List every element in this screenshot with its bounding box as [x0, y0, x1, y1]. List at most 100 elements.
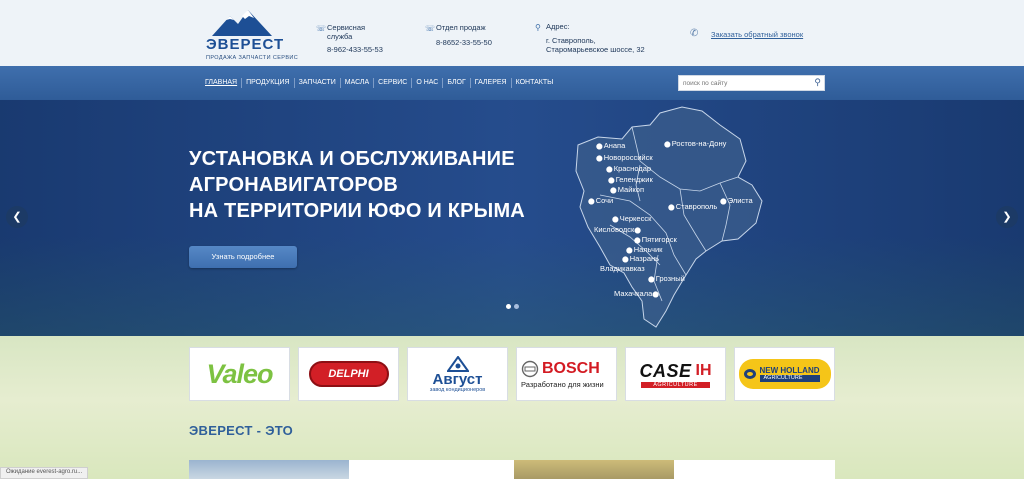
mountain-logo-icon [212, 10, 272, 36]
slider-dot-2[interactable] [514, 304, 519, 309]
nav-item-oils[interactable]: МАСЛА [339, 78, 373, 88]
map-city: Владикавказ [600, 264, 645, 273]
slider-dot-1[interactable] [506, 304, 511, 309]
map-city: ⬤Краснодар [606, 164, 652, 173]
location-pin-icon: ⚲ [535, 23, 541, 32]
valeo-logo: Valeo [206, 358, 273, 389]
header: ЭВЕРЕСТ ПРОДАЖА ЗАПЧАСТИ СЕРВИС ☏ Сервис… [0, 0, 1024, 66]
map-pin-icon: ⬤ [588, 199, 595, 205]
service-title: Сервисная служба [327, 23, 366, 41]
map-city: ⬤Грозный [648, 274, 685, 283]
bosch-slogan: Разработано для жизни [521, 379, 604, 389]
new-holland-logo-subtitle: AGRICULTURE [759, 375, 820, 382]
map-city: ⬤Сочи [588, 196, 614, 205]
service-phone[interactable]: 8-962-433-55-53 [327, 45, 387, 54]
slider-next-button[interactable]: ❯ [996, 206, 1018, 228]
callback-link[interactable]: Заказать обратный звонок [711, 30, 803, 39]
hero-title-line-3: НА ТЕРРИТОРИИ ЮФО И КРЫМА [189, 200, 525, 222]
map-pin-icon: ⬤ [720, 199, 727, 205]
brand-avgust[interactable]: Август завод кондиционеров [407, 347, 508, 401]
map-city: ⬤Анапа [596, 141, 626, 150]
new-holland-logo-text: NEW HOLLAND [759, 366, 820, 375]
address-line-2: Старомарьевское шоссе, 32 [546, 45, 645, 54]
feature-card[interactable] [674, 460, 835, 479]
new-holland-leaf-icon [743, 369, 756, 379]
brand-valeo[interactable]: Valeo [189, 347, 290, 401]
map-pin-icon: ⬤ [668, 205, 675, 211]
map-pin-icon: ⬤ [596, 156, 603, 162]
service-contact: ☏ Сервисная служба 8-962-433-55-53 [316, 23, 387, 54]
map-pin-icon: ⬤ [606, 167, 613, 173]
map-city: ⬤Назрань [622, 254, 660, 263]
phone-icon: ☏ [425, 24, 436, 33]
address-title: Адрес: [546, 22, 570, 31]
map-city: ⬤Нальчик [626, 245, 663, 254]
map-pin-icon: ⬤ [622, 257, 629, 263]
nav-item-blog[interactable]: БЛОГ [442, 78, 469, 88]
map-city: ⬤Новороссийск [596, 153, 653, 162]
map-pin-icon: ⬤ [612, 217, 619, 223]
brand-bosch[interactable]: BOSCH Разработано для жизни [516, 347, 617, 401]
slider-prev-button[interactable]: ❮ [6, 206, 28, 228]
feature-card-image[interactable] [514, 460, 674, 479]
map-pin-icon: ⬤ [648, 277, 655, 283]
browser-status-bar: Ожидание everest-agro.ru... [0, 467, 89, 479]
avgust-logo-subtitle: завод кондиционеров [429, 386, 486, 393]
feature-card[interactable] [349, 460, 514, 479]
brand-new-holland[interactable]: NEW HOLLAND AGRICULTURE [734, 347, 835, 401]
feature-card-image[interactable] [189, 460, 349, 479]
sales-phone[interactable]: 8-8652-33-55-50 [436, 38, 492, 47]
logo[interactable]: ЭВЕРЕСТ ПРОДАЖА ЗАПЧАСТИ СЕРВИС [206, 8, 306, 63]
hero-ground [0, 236, 1024, 336]
section-title: ЭВЕРЕСТ - ЭТО [189, 423, 294, 438]
address-line-1: г. Ставрополь, [546, 36, 596, 45]
nav-item-gallery[interactable]: ГАЛЕРЕЯ [469, 78, 511, 88]
nav-item-products[interactable]: ПРОДУКЦИЯ [241, 78, 293, 88]
map-pin-icon: ⬤ [608, 178, 615, 184]
map-city: ⬤Майкоп [610, 185, 645, 194]
map-pin-icon: ⬤ [634, 228, 641, 234]
delphi-logo: DELPHI [308, 361, 389, 387]
map-city: ⬤Ставрополь [668, 202, 718, 211]
map-pin-icon: ⬤ [652, 292, 659, 298]
map-city: ⬤Геленджик [608, 175, 653, 184]
nav-menu: ГЛАВНАЯ ПРОДУКЦИЯ ЗАПЧАСТИ МАСЛА СЕРВИС … [203, 78, 557, 88]
slider-dots [506, 304, 519, 309]
avgust-logo-icon [446, 355, 469, 372]
search-icon[interactable]: ⚲ [814, 77, 821, 88]
nav-item-parts[interactable]: ЗАПЧАСТИ [293, 78, 340, 88]
phone-icon: ☏ [316, 24, 327, 33]
bosch-logo-text: BOSCH [542, 359, 600, 377]
main-nav: ГЛАВНАЯ ПРОДУКЦИЯ ЗАПЧАСТИ МАСЛА СЕРВИС … [0, 66, 1024, 100]
map-city: ⬤Элиста [720, 196, 753, 205]
search-box: ⚲ [678, 75, 825, 91]
case-logo-subtitle: AGRICULTURE [641, 381, 710, 388]
delphi-logo-text: DELPHI [328, 368, 369, 380]
region-map: ⬤Анапа ⬤Ростов-на-Дону ⬤Новороссийск ⬤Кр… [570, 105, 800, 330]
nav-item-contacts[interactable]: КОНТАКТЫ [510, 78, 558, 88]
new-holland-logo: NEW HOLLAND AGRICULTURE [738, 359, 831, 389]
search-input[interactable] [683, 77, 803, 90]
logo-word: ЭВЕРЕСТ [206, 36, 285, 53]
map-pin-icon: ⬤ [664, 142, 671, 148]
map-pin-icon: ⬤ [634, 238, 641, 244]
address-contact: ⚲ Адрес: г. Ставрополь, Старомарьевское … [535, 22, 645, 54]
bosch-logo-icon [521, 360, 539, 377]
nav-item-service[interactable]: СЕРВИС [373, 78, 411, 88]
nav-item-home[interactable]: ГЛАВНАЯ [203, 78, 241, 88]
case-logo-text: CASE [639, 360, 692, 381]
map-city: Махачкала⬤ [614, 289, 659, 298]
logo-subtitle: ПРОДАЖА ЗАПЧАСТИ СЕРВИС [206, 55, 299, 61]
brand-delphi[interactable]: DELPHI [298, 347, 399, 401]
sales-contact: ☏ Отдел продаж 8-8652-33-55-50 [425, 23, 492, 47]
hero-title-line-1: УСТАНОВКА И ОБСЛУЖИВАНИЕ [189, 148, 515, 170]
nav-item-about[interactable]: О НАС [411, 78, 442, 88]
map-city: ⬤Пятигорск [634, 235, 677, 244]
brand-case[interactable]: CASE IH AGRICULTURE [625, 347, 726, 401]
map-pin-icon: ⬤ [610, 188, 617, 194]
sales-title: Отдел продаж [436, 23, 486, 32]
hero-title-line-2: АГРОНАВИГАТОРОВ [189, 174, 398, 196]
learn-more-button[interactable]: Узнать подробнее [189, 246, 297, 268]
map-city: ⬤Черкесск [612, 214, 652, 223]
map-pin-icon: ⬤ [596, 144, 603, 150]
